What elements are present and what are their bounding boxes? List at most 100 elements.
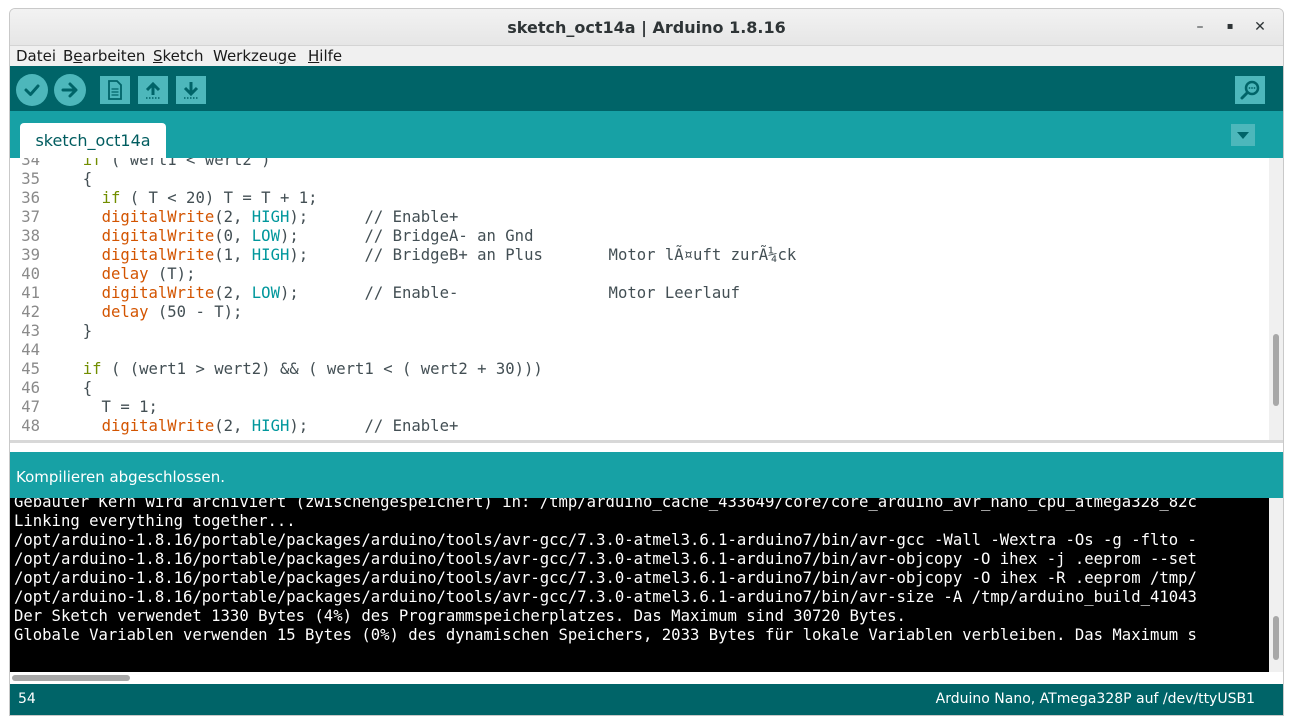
console-line: /opt/arduino-1.8.16/portable/packages/ar… xyxy=(14,531,1197,549)
code-token: (1, xyxy=(214,246,252,264)
code-token: { xyxy=(64,379,93,397)
close-button[interactable]: ✕ xyxy=(1250,17,1270,37)
code-token: ( T < 20) T = T + 1; xyxy=(120,189,318,207)
code-line[interactable]: 37 digitalWrite(2, HIGH); // Enable+ xyxy=(10,208,1269,227)
editor-scroll-thumb[interactable] xyxy=(1273,334,1279,406)
code-token-ctl: if xyxy=(82,158,102,169)
console-line: /opt/arduino-1.8.16/portable/packages/ar… xyxy=(14,569,1197,587)
code-text: if ( (wert1 > wert2) && ( wert1 < ( wert… xyxy=(64,360,543,379)
tab-menu-button[interactable] xyxy=(1231,124,1255,146)
console-line: Linking everything together... xyxy=(14,512,296,530)
menu-werkzeuge[interactable]: Werkzeuge xyxy=(213,47,296,65)
code-token-fn: digitalWrite xyxy=(101,417,215,435)
code-editor[interactable]: 34 if ( wert1 < wert2 ) 35 {36 if ( T < 2… xyxy=(10,158,1269,440)
code-line[interactable]: 34 if ( wert1 < wert2 ) xyxy=(10,158,1269,170)
editor-vertical-scrollbar[interactable] xyxy=(1269,158,1283,440)
code-token: ); // Enable- Motor Leerlauf xyxy=(279,284,740,302)
code-line[interactable]: 36 if ( T < 20) T = T + 1; xyxy=(10,189,1269,208)
code-line[interactable]: 44 xyxy=(10,341,1269,360)
new-button[interactable] xyxy=(100,76,130,104)
code-line[interactable]: 38 digitalWrite(0, LOW); // BridgeA- an … xyxy=(10,227,1269,246)
save-button[interactable] xyxy=(176,76,206,104)
code-line[interactable]: 45 if ( (wert1 > wert2) && ( wert1 < ( w… xyxy=(10,360,1269,379)
code-token-fn: digitalWrite xyxy=(101,246,215,264)
arduino-ide-window: sketch_oct14a | Arduino 1.8.16 – ▪ ✕ Dat… xyxy=(9,8,1284,716)
code-token-fn: digitalWrite xyxy=(101,284,215,302)
code-token: } xyxy=(64,322,93,340)
new-file-icon xyxy=(108,80,122,100)
code-token-fn: delay xyxy=(101,303,149,321)
open-button[interactable] xyxy=(138,76,168,104)
tab-sketch[interactable]: sketch_oct14a xyxy=(20,123,166,158)
code-line[interactable]: 40 delay (T); xyxy=(10,265,1269,284)
code-line[interactable]: 48 digitalWrite(2, HIGH); // Enable+ xyxy=(10,417,1269,436)
maximize-button[interactable]: ▪ xyxy=(1220,17,1240,37)
line-number: 34 xyxy=(21,158,40,169)
code-token: (2, xyxy=(214,284,252,302)
console-horizontal-scrollbar[interactable] xyxy=(10,672,1269,684)
console-vscroll-thumb[interactable] xyxy=(1273,616,1279,660)
code-text: digitalWrite(1, HIGH); // BridgeB+ an Pl… xyxy=(64,246,797,265)
code-line[interactable]: 42 delay (50 - T); xyxy=(10,303,1269,322)
code-text: { xyxy=(64,379,92,398)
line-number: 43 xyxy=(21,322,40,340)
code-token-const: LOW xyxy=(251,227,280,245)
code-text: delay (T); xyxy=(64,265,196,284)
status-message: Kompilieren abgeschlossen. xyxy=(16,468,225,486)
menu-datei[interactable]: Datei xyxy=(16,47,56,65)
code-token-ctl: if xyxy=(82,360,102,378)
upload-arrow-icon xyxy=(61,82,78,98)
code-line[interactable]: 35 { xyxy=(10,170,1269,189)
menu-bearbeiten[interactable]: Bearbeiten xyxy=(63,47,145,65)
code-token-ctl: if xyxy=(101,189,121,207)
code-line[interactable]: 43 } xyxy=(10,322,1269,341)
code-text: digitalWrite(2, HIGH); // Enable+ xyxy=(64,417,459,436)
console-vertical-scrollbar[interactable] xyxy=(1269,498,1283,672)
line-number: 44 xyxy=(21,341,40,359)
code-text: digitalWrite(2, HIGH); // Enable+ xyxy=(64,208,459,227)
console-output[interactable]: Gebauter Kern wird archiviert (zwischeng… xyxy=(10,498,1269,672)
code-line[interactable]: 39 digitalWrite(1, HIGH); // BridgeB+ an… xyxy=(10,246,1269,265)
verify-button[interactable] xyxy=(16,74,48,106)
code-token-const: HIGH xyxy=(251,208,290,226)
board-port-info: Arduino Nano, ATmega328P auf /dev/ttyUSB… xyxy=(935,691,1255,707)
verify-check-icon xyxy=(24,84,40,96)
upload-button[interactable] xyxy=(54,74,86,106)
code-text: } xyxy=(64,322,92,341)
line-number: 35 xyxy=(21,170,40,188)
code-token: ); // BridgeB+ an Plus Motor lÃ¤uft zurÃ… xyxy=(289,246,797,264)
code-token-fn: digitalWrite xyxy=(101,208,215,226)
menu-hilfe[interactable]: Hilfe xyxy=(308,47,342,65)
line-number: 48 xyxy=(21,417,40,435)
code-line[interactable]: 41 digitalWrite(2, LOW); // Enable- Moto… xyxy=(10,284,1269,303)
code-line[interactable]: 46 { xyxy=(10,379,1269,398)
triangle-down-icon xyxy=(1237,132,1249,139)
code-token: ( (wert1 > wert2) && ( wert1 < ( wert2 +… xyxy=(101,360,543,378)
serial-monitor-button[interactable] xyxy=(1235,76,1265,104)
console-line: Gebauter Kern wird archiviert (zwischeng… xyxy=(14,498,1197,511)
line-number: 40 xyxy=(21,265,40,283)
console-line: /opt/arduino-1.8.16/portable/packages/ar… xyxy=(14,550,1197,568)
line-number: 38 xyxy=(21,227,40,245)
save-arrow-down-icon xyxy=(183,82,199,99)
line-number: 47 xyxy=(21,398,40,416)
code-text: { xyxy=(64,170,92,189)
status-bar: Kompilieren abgeschlossen. xyxy=(10,452,1283,498)
code-token-const: LOW xyxy=(251,284,280,302)
code-token: (T); xyxy=(148,265,196,283)
code-line[interactable]: 47 T = 1; xyxy=(10,398,1269,417)
code-token-fn: delay xyxy=(101,265,149,283)
menu-sketch[interactable]: Sketch xyxy=(153,47,204,65)
menu-bar: Datei Bearbeiten Sketch Werkzeuge Hilfe xyxy=(10,46,1283,66)
console-hscroll-thumb[interactable] xyxy=(12,675,130,681)
tab-bar: sketch_oct14a xyxy=(10,111,1283,158)
minimize-button[interactable]: – xyxy=(1190,17,1210,37)
